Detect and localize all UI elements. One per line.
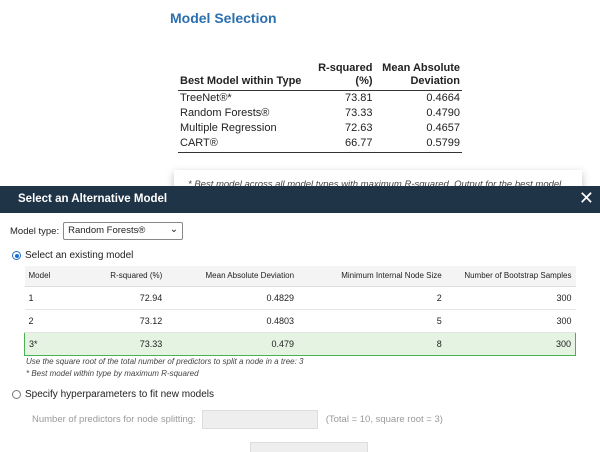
alternative-models-table: Model R-squared (%) Mean Absolute Deviat… <box>24 266 576 356</box>
mad-value: 0.5799 <box>374 136 462 153</box>
dialog-header: Select an Alternative Model ✕ <box>0 186 600 213</box>
header-best-model: Best Model within Type <box>178 62 313 91</box>
table-row[interactable]: 2 73.12 0.4803 5 300 <box>24 309 576 333</box>
close-icon[interactable]: ✕ <box>579 188 594 209</box>
cell-mad: 0.4803 <box>166 309 299 333</box>
header-rsquared-line1: R-squared <box>318 62 373 74</box>
table-row: Multiple Regression 72.63 0.4657 <box>178 121 462 136</box>
header-mad-line1: Mean Absolute <box>382 62 460 74</box>
header-mad-line2: Deviation <box>410 75 460 87</box>
model-name: CART® <box>178 136 313 153</box>
model-name: Multiple Regression <box>180 122 277 134</box>
option-existing-label: Select an existing model <box>25 250 134 261</box>
table-row: CART® 66.77 0.5799 <box>178 136 462 153</box>
model-name: TreeNet®* <box>180 92 232 104</box>
rsquared-value: 73.81 <box>344 92 373 104</box>
split-note: Use the square root of the total number … <box>26 357 304 366</box>
rsquared-value: 72.63 <box>344 122 373 134</box>
report-title: Model Selection <box>170 10 277 26</box>
col-mad: Mean Absolute Deviation <box>166 266 299 287</box>
best-model-note: * Best model within type by maximum R-sq… <box>26 369 199 378</box>
cell-bootstrap: 300 <box>445 286 576 310</box>
table-row: Random Forests® 73.33 0.4790 <box>178 106 462 121</box>
node-splitting-label: Number of predictors for node splitting: <box>32 414 196 425</box>
cell-model: 2 <box>24 309 75 333</box>
radio-existing-model[interactable] <box>12 251 21 260</box>
col-rsquared: R-squared (%) <box>74 266 167 287</box>
option-specify-row[interactable]: Specify hyperparameters to fit new model… <box>12 389 214 400</box>
cell-mad: 0.4829 <box>166 286 299 310</box>
cell-bootstrap: 300 <box>445 331 576 356</box>
dialog-body: Model type: Random Forests® ⌄ Select an … <box>0 213 600 452</box>
cell-node-size: 2 <box>298 286 446 310</box>
option-specify-label: Specify hyperparameters to fit new model… <box>25 389 214 400</box>
table-row: TreeNet®* 73.81 0.4664 <box>178 91 462 107</box>
dialog-title: Select an Alternative Model <box>18 193 168 205</box>
model-type-label: Model type: <box>10 225 60 237</box>
col-bootstrap: Number of Bootstrap Samples <box>445 266 576 287</box>
header-mad: Mean Absolute Deviation <box>374 62 462 91</box>
cell-rsquared: 73.12 <box>74 309 167 333</box>
model-type-row: Model type: Random Forests® ⌄ <box>10 222 184 240</box>
model-summary-header: Best Model within Type R-squared (%) Mea… <box>178 62 462 91</box>
cell-rsquared: 73.33 <box>74 331 167 356</box>
rsquared-value: 73.33 <box>344 107 373 119</box>
option-existing-row[interactable]: Select an existing model <box>12 250 133 261</box>
cell-model: 1 <box>24 286 75 310</box>
model-type-value: Random Forests® <box>68 225 146 236</box>
header-rsquared-line2: (%) <box>355 75 373 87</box>
mad-value: 0.4657 <box>426 122 460 134</box>
table-row[interactable]: 1 72.94 0.4829 2 300 <box>24 286 576 310</box>
cell-model: 3* <box>24 331 75 356</box>
chevron-down-icon: ⌄ <box>169 224 179 235</box>
cell-mad: 0.479 <box>166 331 299 356</box>
rsquared-value: 66.77 <box>312 136 375 153</box>
alt-table-header: Model R-squared (%) Mean Absolute Deviat… <box>24 266 576 287</box>
cell-node-size: 5 <box>298 309 446 333</box>
model-summary-table: Best Model within Type R-squared (%) Mea… <box>178 62 462 153</box>
fit-models-button[interactable] <box>250 442 368 452</box>
mad-value: 0.4664 <box>426 92 460 104</box>
model-type-select[interactable]: Random Forests® ⌄ <box>63 222 184 240</box>
table-row-selected[interactable]: 3* 73.33 0.479 8 300 <box>24 331 576 356</box>
mad-value: 0.4790 <box>426 107 460 119</box>
col-model: Model <box>24 266 75 287</box>
model-name: Random Forests® <box>180 107 270 119</box>
node-splitting-row: Number of predictors for node splitting:… <box>32 410 443 429</box>
cell-node-size: 8 <box>298 331 446 356</box>
radio-specify-hyperparameters[interactable] <box>12 390 21 399</box>
node-splitting-hint: (Total = 10, square root = 3) <box>325 414 443 425</box>
cell-bootstrap: 300 <box>445 309 576 333</box>
header-rsquared: R-squared (%) <box>312 62 375 91</box>
cell-rsquared: 72.94 <box>74 286 167 310</box>
col-node-size: Minimum Internal Node Size <box>298 266 446 287</box>
node-splitting-input[interactable] <box>201 410 318 429</box>
